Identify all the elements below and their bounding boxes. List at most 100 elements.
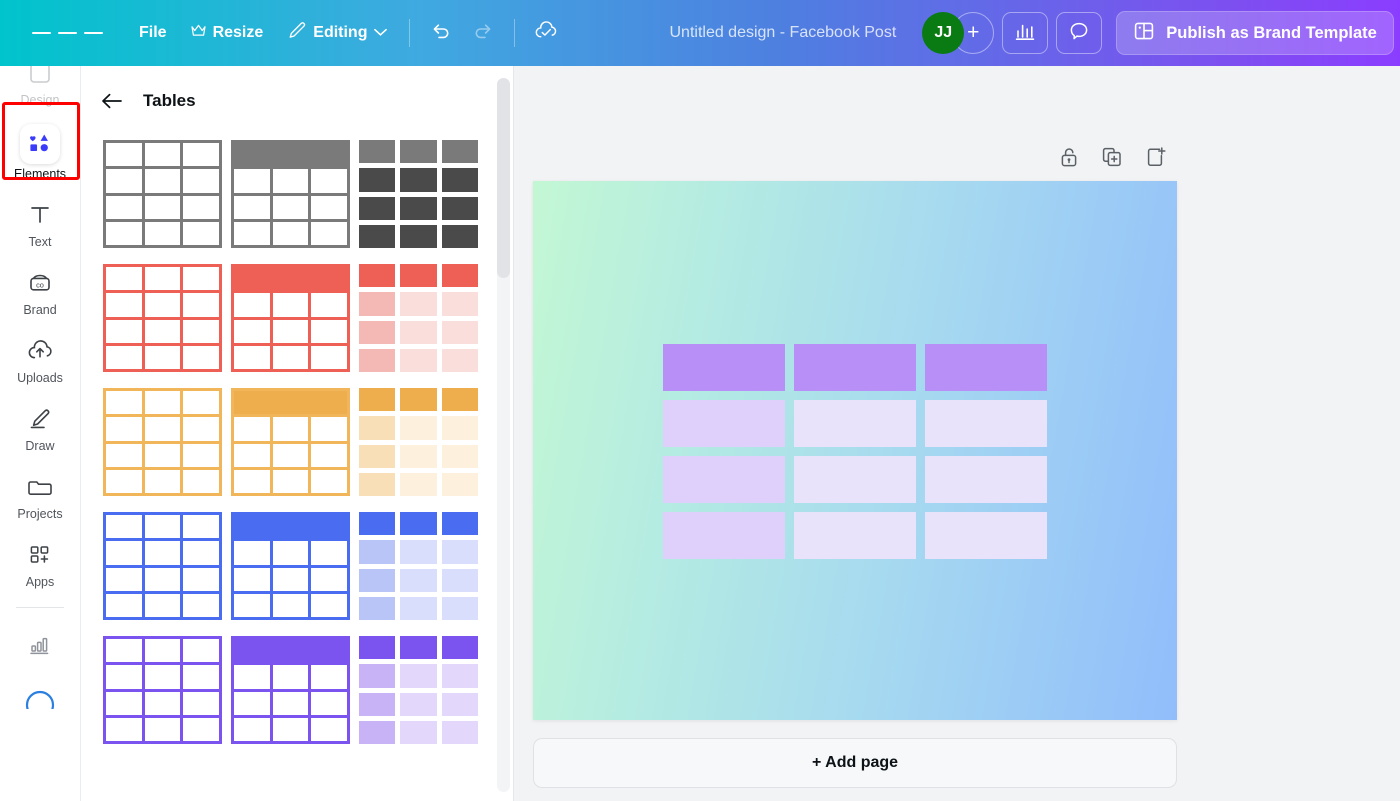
canvas-table-cell[interactable] (663, 456, 785, 503)
sidebar-item-projects[interactable]: Projects (5, 464, 75, 527)
thumb-cell (183, 169, 219, 193)
back-arrow-icon[interactable] (99, 88, 125, 114)
table-thumbnail-purple-filled-header-grid[interactable] (231, 636, 350, 744)
panel-scrollbar-track[interactable] (497, 78, 510, 792)
file-menu-label: File (139, 24, 167, 41)
table-thumbnail-red-outline-grid[interactable] (103, 264, 222, 372)
publish-as-brand-template-button[interactable]: Publish as Brand Template (1116, 11, 1394, 55)
canvas-table-element[interactable] (663, 344, 1047, 559)
table-thumbnail-orange-filled-header-grid[interactable] (231, 388, 350, 496)
canvas-table-cell[interactable] (794, 512, 916, 559)
sidebar-label-uploads: Uploads (17, 371, 63, 385)
thumb-cell (400, 224, 437, 248)
thumb-cell (441, 348, 478, 372)
elements-icon (20, 124, 60, 164)
table-thumbnail-gray-outline-grid[interactable] (103, 140, 222, 248)
table-thumbnail-purple-outline-grid[interactable] (103, 636, 222, 744)
sidebar-item-magic[interactable] (5, 673, 75, 719)
thumb-cell (272, 293, 309, 317)
comments-button[interactable] (1056, 12, 1103, 54)
thumb-cell (183, 593, 219, 617)
file-menu-button[interactable]: File (127, 16, 179, 50)
table-thumbnail-blue-separated-cells[interactable] (359, 512, 478, 620)
add-page-button[interactable]: + Add page (533, 738, 1177, 788)
bar-chart-icon (1014, 20, 1036, 47)
table-thumbnail-red-separated-cells[interactable] (359, 264, 478, 372)
thumb-cell (144, 639, 181, 663)
sidebar-item-brand[interactable]: co Brand (5, 260, 75, 323)
table-thumbnail-orange-outline-grid[interactable] (103, 388, 222, 496)
thumb-cell (311, 169, 347, 193)
table-thumbnail-orange-separated-cells[interactable] (359, 388, 478, 496)
thumb-cell (144, 567, 181, 591)
sidebar-item-charts[interactable] (5, 622, 75, 668)
magic-circle-icon (20, 679, 60, 713)
draw-icon (27, 402, 53, 436)
thumb-cell (359, 140, 396, 164)
canvas-table-cell[interactable] (925, 456, 1047, 503)
canvas-table-cell[interactable] (925, 512, 1047, 559)
insights-button[interactable] (1002, 12, 1049, 54)
panel-title: Tables (143, 91, 196, 110)
table-thumbnail-gray-separated-cells[interactable] (359, 140, 478, 248)
table-thumbnail-gray-filled-header-grid[interactable] (231, 140, 350, 248)
thumb-cell (272, 717, 309, 741)
table-thumbnail-red-filled-header-grid[interactable] (231, 264, 350, 372)
thumb-cell (272, 319, 309, 343)
sidebar-item-draw[interactable]: Draw (5, 396, 75, 459)
collaborators-group: JJ + (922, 12, 995, 54)
resize-button[interactable]: Resize (179, 16, 276, 50)
sidebar-item-uploads[interactable]: Uploads (5, 328, 75, 391)
sidebar-item-elements[interactable]: Elements (5, 118, 75, 187)
hamburger-menu-button[interactable] (22, 19, 113, 46)
sidebar-item-text[interactable]: Text (5, 192, 75, 255)
avatar[interactable]: JJ (922, 12, 965, 54)
thumb-cell (183, 195, 219, 219)
thumb-cell (359, 292, 396, 316)
table-thumbnail-blue-outline-grid[interactable] (103, 512, 222, 620)
table-thumbnail-purple-separated-cells[interactable] (359, 636, 478, 744)
document-title[interactable]: Untitled design - Facebook Post (669, 24, 896, 42)
thumb-cell (311, 469, 347, 493)
editing-label: Editing (313, 24, 368, 41)
thumb-cell (144, 515, 181, 539)
thumb-cell (272, 541, 309, 565)
panel-scrollbar-thumb[interactable] (497, 78, 510, 278)
canvas-table-cell[interactable] (794, 456, 916, 503)
thumb-cell (272, 469, 309, 493)
hamburger-icon (58, 31, 77, 35)
canvas-table-header-cell[interactable] (925, 344, 1047, 391)
thumb-cell (144, 221, 181, 245)
thumb-cell (106, 717, 142, 741)
canvas-table-header-cell[interactable] (663, 344, 785, 391)
thumb-cell (272, 691, 309, 715)
thumb-cell (441, 664, 478, 688)
thumb-cell (311, 267, 347, 291)
thumb-cell (183, 293, 219, 317)
canvas-table-header-cell[interactable] (794, 344, 916, 391)
unlock-icon[interactable] (1059, 146, 1079, 173)
redo-button[interactable] (462, 12, 504, 54)
duplicate-icon[interactable] (1101, 146, 1123, 173)
svg-text:co: co (36, 281, 44, 290)
sidebar-item-design[interactable]: Design (5, 66, 75, 113)
canvas-table-cell[interactable] (663, 400, 785, 447)
table-thumbnail-blue-filled-header-grid[interactable] (231, 512, 350, 620)
thumb-cell (272, 639, 312, 663)
canvas-table-cell[interactable] (794, 400, 916, 447)
thumb-cell (183, 319, 219, 343)
editing-mode-button[interactable]: Editing (275, 13, 399, 53)
undo-button[interactable] (420, 12, 462, 54)
thumb-cell (441, 540, 478, 564)
apps-icon (27, 538, 53, 572)
sidebar-item-apps[interactable]: Apps (5, 532, 75, 595)
thumb-cell (272, 195, 309, 219)
thumb-cell (400, 568, 437, 592)
add-page-icon[interactable] (1145, 146, 1167, 173)
cloud-save-status-button[interactable] (525, 12, 567, 54)
canvas-table-cell[interactable] (925, 400, 1047, 447)
thumb-cell (359, 224, 396, 248)
canvas-table-cell[interactable] (663, 512, 785, 559)
design-canvas[interactable] (533, 181, 1177, 720)
thumb-cell (441, 264, 478, 288)
